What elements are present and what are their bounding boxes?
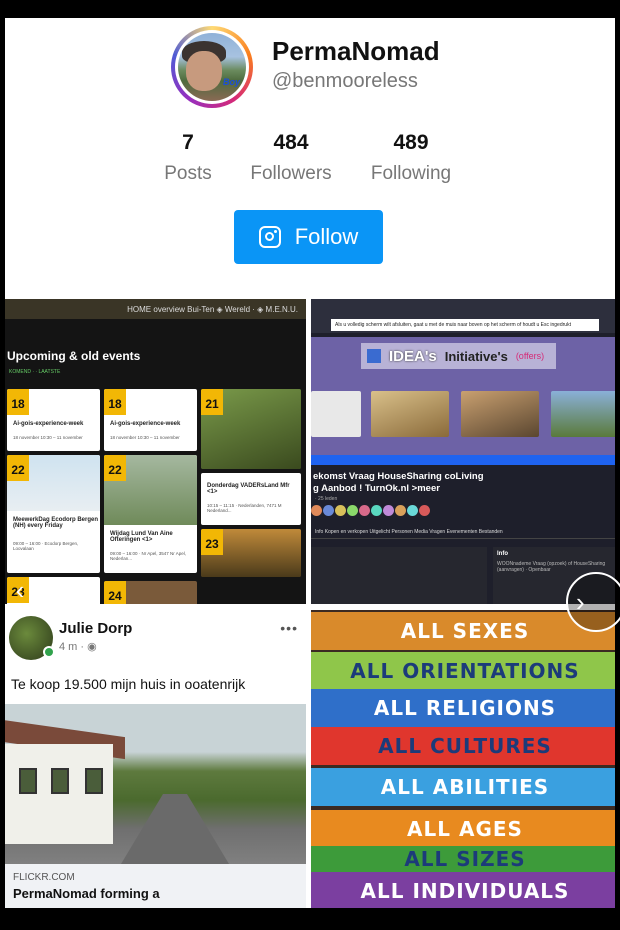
board-individuals: ALL INDIVIDUALS [311,872,615,908]
stat-posts: 7 Posts [138,131,238,185]
profile-card: Boy PermaNomad @benmooreless 7 Posts 484… [5,18,615,908]
ideas-word: IDEA's [389,347,437,365]
bottom-black-bar [0,908,620,930]
post-tile-inclusion-boards[interactable]: ALL SEXES ALL ORIENTATIONS ALL RELIGIONS… [311,610,615,908]
house [5,744,113,844]
avatar-photo: Boy [178,33,246,101]
ideas-blue-strip [311,455,615,465]
event-title: Ai-gois-experience-week [110,421,181,427]
event-card: 23 [201,529,301,577]
event-date: 21 [201,389,223,415]
top-black-bar [0,0,620,18]
info-heading: Info [497,551,508,557]
stat-label: Posts [164,163,212,184]
event-card: 22 Wijdag Lund Van Aine Ofteringen <1> 0… [104,455,197,573]
ideas-fullscreen-notice: Als u volledig scherm wilt afsluiten, ga… [331,319,599,331]
profile-handle: @benmooreless [272,70,418,92]
event-date: 18 [7,389,29,415]
thumbnail [371,391,449,437]
event-title: Ai-gois-experience-week [13,421,84,427]
event-title: Wijdag Lund Van Aine Ofteringen <1> [110,531,173,543]
event-card: 18 Ai-gois-experience-week 18 november 1… [7,389,100,451]
link-title: PermaNomad forming a [13,886,160,901]
group-tabs: Info Kopen en verkopen Uitgelicht Person… [311,525,615,539]
event-title: Donderdag VADERsLand Mfr <1> [207,483,290,495]
ideas-logo-icon [367,349,381,363]
thumbnail [461,391,539,437]
thumbnail [311,391,361,437]
group-title: ekomst Vraag HouseSharing coLiving g Aan… [313,471,484,495]
post-time: 4 m · ◉ [59,641,97,653]
profile-avatar[interactable]: Boy [171,26,253,108]
event-card: 24 [104,581,197,604]
stat-following: 489 Following [361,131,461,185]
link-preview[interactable]: FLICKR.COM PermaNomad forming a [5,864,306,908]
event-meta: 09:00 – 16:00 · Ecodorp Bergen, Loovalaa… [13,541,79,551]
stat-value: 489 [393,131,429,154]
post-author: Julie Dorp [59,620,133,637]
board-abilities: ALL ABILITIES [311,768,615,806]
initiatives-word: Initiative's [444,348,508,364]
online-status-icon [43,646,55,658]
more-options-icon[interactable]: ••• [280,620,298,636]
event-meta: 09:00 – 16:00 · Nr Apel, 3547 Nr Apel, N… [110,551,187,561]
event-title: MeewerkDag Ecodorp Bergen (NH) every Fri… [13,517,99,529]
post-tile-house-sale[interactable]: Julie Dorp 4 m · ◉ ••• Te koop 19.500 mi… [5,610,306,908]
offers-word: (offers) [515,351,545,361]
event-card: 21 [201,389,301,469]
board-cultures: ALL CULTURES [311,727,615,765]
board-orientations: ALL ORIENTATIONS [311,652,615,690]
post-photo [5,704,306,864]
thumbnail [551,391,615,437]
board-religions: ALL RELIGIONS [311,689,615,727]
group-members: · 25 leden [315,496,338,502]
avatar-caption: Boy [222,77,240,87]
events-filter: KOMEND · · LAATSTE [9,369,61,375]
post-tile-ideas[interactable]: Als u volledig scherm wilt afsluiten, ga… [311,299,615,604]
events-heading: Upcoming & old events [7,349,141,363]
ideas-thumbnails [311,391,615,441]
follow-button[interactable]: Follow [234,210,383,264]
event-card: Donderdag VADERsLand Mfr <1> 10:15 – 11:… [201,473,301,525]
group-title-line: ekomst Vraag HouseSharing coLiving [313,471,484,482]
event-meta: 10:15 – 11:15 · Nederlanden, 7471 M Nede… [207,503,282,513]
post-tile-events[interactable]: HOME overview Bui-Ten ◈ Wereld · ◈ M.E.N… [5,299,306,604]
event-meta: 18 november 10:30 – 11 november [110,435,180,440]
instagram-icon [258,226,281,248]
carousel-next-arrow-icon[interactable]: › [566,572,620,632]
board-ages: ALL AGES [311,810,615,848]
group-feed-panel [311,547,487,604]
carousel-prev-arrow-icon[interactable]: ‹ [2,572,38,608]
road [115,794,235,864]
stat-value: 7 [182,131,194,154]
board-sexes: ALL SEXES [311,612,615,650]
member-avatars [311,505,471,517]
stat-value: 484 [273,131,309,154]
group-title-line: g Aanbod ! TurnOk.nl >meer [313,483,440,494]
ideas-banner-title: IDEA's Initiative's (offers) [361,343,556,369]
post-text: Te koop 19.500 mijn huis in ooatenrijk [11,676,246,692]
stat-label: Followers [250,163,332,184]
profile-name: PermaNomad [272,36,440,66]
event-card: 22 MeewerkDag Ecodorp Bergen (NH) every … [7,455,100,573]
event-date: 24 [104,581,126,604]
link-source: FLICKR.COM [13,872,75,883]
event-date: 22 [7,455,29,481]
stat-followers: 484 Followers [241,131,341,185]
event-card: 18 Ai-gois-experience-week 18 november 1… [104,389,197,451]
events-topbar: HOME overview Bui-Ten ◈ Wereld · ◈ M.E.N… [5,299,306,319]
event-date: 23 [201,529,223,555]
event-date: 22 [104,455,126,481]
stat-label: Following [370,163,452,184]
follow-label: Follow [294,224,359,249]
event-meta: 18 november 10:30 – 11 november [13,435,83,440]
event-date: 18 [104,389,126,415]
board-sizes: ALL SIZES [311,846,615,872]
